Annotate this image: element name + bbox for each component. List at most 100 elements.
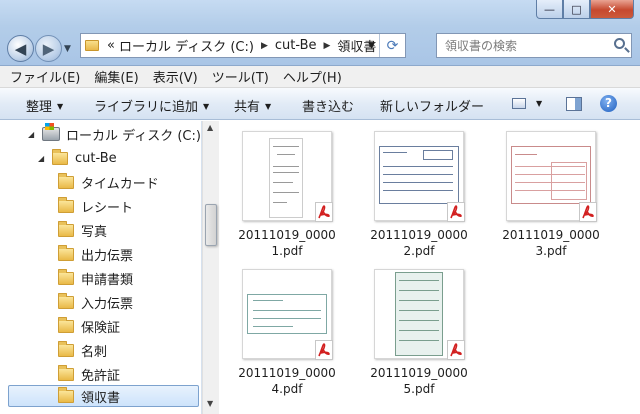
view-options-icon[interactable] [512,98,526,109]
back-arrow-icon: ◀ [14,39,27,58]
help-icon[interactable]: ? [600,95,617,112]
tree-item-input-slips[interactable]: 入力伝票 [58,291,133,313]
scroll-thumb[interactable] [205,204,217,246]
organize-label: 整理 [26,100,53,115]
tree-item-label: レシート [81,200,134,216]
tree-item-applications[interactable]: 申請書類 [58,267,133,289]
pdf-icon [447,202,465,222]
file-item[interactable]: 20111019_0000 1.pdf [226,131,348,259]
tree-item-business-cards[interactable]: 名刺 [58,339,107,361]
tree-item-label: ローカル ディスク (C:) [66,128,201,144]
tree-item-label: 入力伝票 [81,296,134,312]
folder-icon [58,244,74,261]
menu-edit[interactable]: 編集(E) [94,67,138,86]
navigation-scrollbar[interactable]: ▲ ▼ [202,121,219,414]
menu-view[interactable]: 表示(V) [153,67,198,86]
tree-item-photos[interactable]: 写真 [58,219,107,241]
forward-button[interactable]: ▶ [35,35,62,62]
preview-pane-icon[interactable] [566,97,582,111]
tree-item-license[interactable]: 免許証 [58,363,120,385]
folder-icon [58,364,74,381]
file-thumbnail [242,269,333,360]
file-item[interactable]: 20111019_0000 5.pdf [358,269,480,397]
file-name: 20111019_0000 2.pdf [370,228,468,258]
menu-file[interactable]: ファイル(E) [10,67,80,86]
file-thumbnail [374,269,465,360]
scroll-down-icon[interactable]: ▼ [207,399,213,408]
folder-icon [52,148,68,165]
tree-item-label: 申請書類 [81,272,134,288]
file-thumbnail [374,131,465,222]
back-button[interactable]: ◀ [7,35,34,62]
maximize-button[interactable]: □ [563,0,590,19]
view-dropdown-icon[interactable]: ▼ [536,99,542,108]
file-item[interactable]: 20111019_0000 2.pdf [358,131,480,259]
pdf-icon [447,340,465,360]
tree-item-output-slips[interactable]: 出力伝票 [58,243,133,265]
tree-item-label: cut-Be [75,150,117,166]
scroll-up-icon[interactable]: ▲ [207,123,213,132]
tree-item-timecard[interactable]: タイムカード [58,171,159,193]
search-input[interactable]: 領収書の検索 [436,33,632,58]
expanded-arrow-icon[interactable]: ◢ [28,130,38,139]
tree-item-label: 写真 [81,224,108,240]
library-label: ライブラリに追加 [94,100,199,115]
search-icon[interactable] [614,38,625,49]
folder-icon [58,196,74,213]
forward-arrow-icon: ▶ [42,39,55,58]
tree-item-receipt[interactable]: レシート [58,195,133,217]
drive-icon [42,123,60,141]
breadcrumb-separator-icon[interactable]: ▶ [261,41,268,51]
folder-icon [58,220,74,237]
menu-bar: ファイル(E) 編集(E) 表示(V) ツール(T) ヘルプ(H) [0,66,640,88]
address-bar[interactable]: « ローカル ディスク (C:) ▶ cut-Be ▶ 領収書 ▼ ⟳ [80,33,406,58]
file-name: 20111019_0000 5.pdf [370,366,468,396]
menu-tools[interactable]: ツール(T) [212,67,269,86]
file-thumbnail [506,131,597,222]
share-label: 共有 [234,100,261,115]
file-item[interactable]: 20111019_0000 3.pdf [490,131,612,259]
pdf-icon [315,202,333,222]
new-folder-button[interactable]: 新しいフォルダー [380,96,484,115]
recent-pages-dropdown[interactable]: ▼ [64,44,71,54]
navigation-pane: ◢ ローカル ディスク (C:) ◢ cut-Be タイムカード レシート 写真… [0,121,202,414]
expanded-arrow-icon[interactable]: ◢ [38,154,48,163]
folder-icon [58,172,74,189]
file-name: 20111019_0000 4.pdf [238,366,336,396]
search-placeholder: 領収書の検索 [445,39,518,53]
folder-icon [58,292,74,309]
tree-item-insurance-card[interactable]: 保険証 [58,315,120,337]
tree-item-label: タイムカード [81,176,159,192]
refresh-icon[interactable]: ⟳ [379,34,405,57]
breadcrumb-cut-be[interactable]: cut-Be [275,38,317,53]
file-item[interactable]: 20111019_0000 4.pdf [226,269,348,397]
window-controls: — □ ✕ [536,0,634,20]
dropdown-arrow-icon: ▼ [203,102,210,111]
folder-icon [58,268,74,285]
command-bar: 整理 ▼ ライブラリに追加 ▼ 共有 ▼ 書き込む 新しいフォルダー ▼ ? [0,88,640,120]
address-overflow[interactable]: « [107,38,115,53]
folder-icon [58,340,74,357]
close-button[interactable]: ✕ [590,0,634,19]
menu-help[interactable]: ヘルプ(H) [283,67,342,86]
tree-item-cut-be[interactable]: ◢ cut-Be [38,147,117,169]
minimize-button[interactable]: — [536,0,563,19]
file-list: 20111019_0000 1.pdf 20111019_0000 2.pdf 20 [220,121,640,414]
folder-icon [85,40,99,51]
organize-button[interactable]: 整理 ▼ [26,96,63,115]
dropdown-arrow-icon: ▼ [265,102,272,111]
tree-item-label: 出力伝票 [81,248,134,264]
breadcrumb-separator-icon[interactable]: ▶ [324,41,331,51]
pdf-icon [579,202,597,222]
file-thumbnail [242,131,333,222]
tree-item-label: 名刺 [81,344,108,360]
address-dropdown-icon[interactable]: ▼ [368,41,375,51]
burn-button[interactable]: 書き込む [302,96,354,115]
tree-item-local-disk[interactable]: ◢ ローカル ディスク (C:) [28,123,201,145]
tree-item-label: 保険証 [81,320,121,336]
tree-item-receipts[interactable]: 領収書 [8,385,199,407]
share-button[interactable]: 共有 ▼ [234,96,271,115]
breadcrumb-drive[interactable]: ローカル ディスク (C:) [119,36,254,55]
add-to-library-button[interactable]: ライブラリに追加 ▼ [94,96,209,115]
tree-item-label: 免許証 [81,368,121,384]
